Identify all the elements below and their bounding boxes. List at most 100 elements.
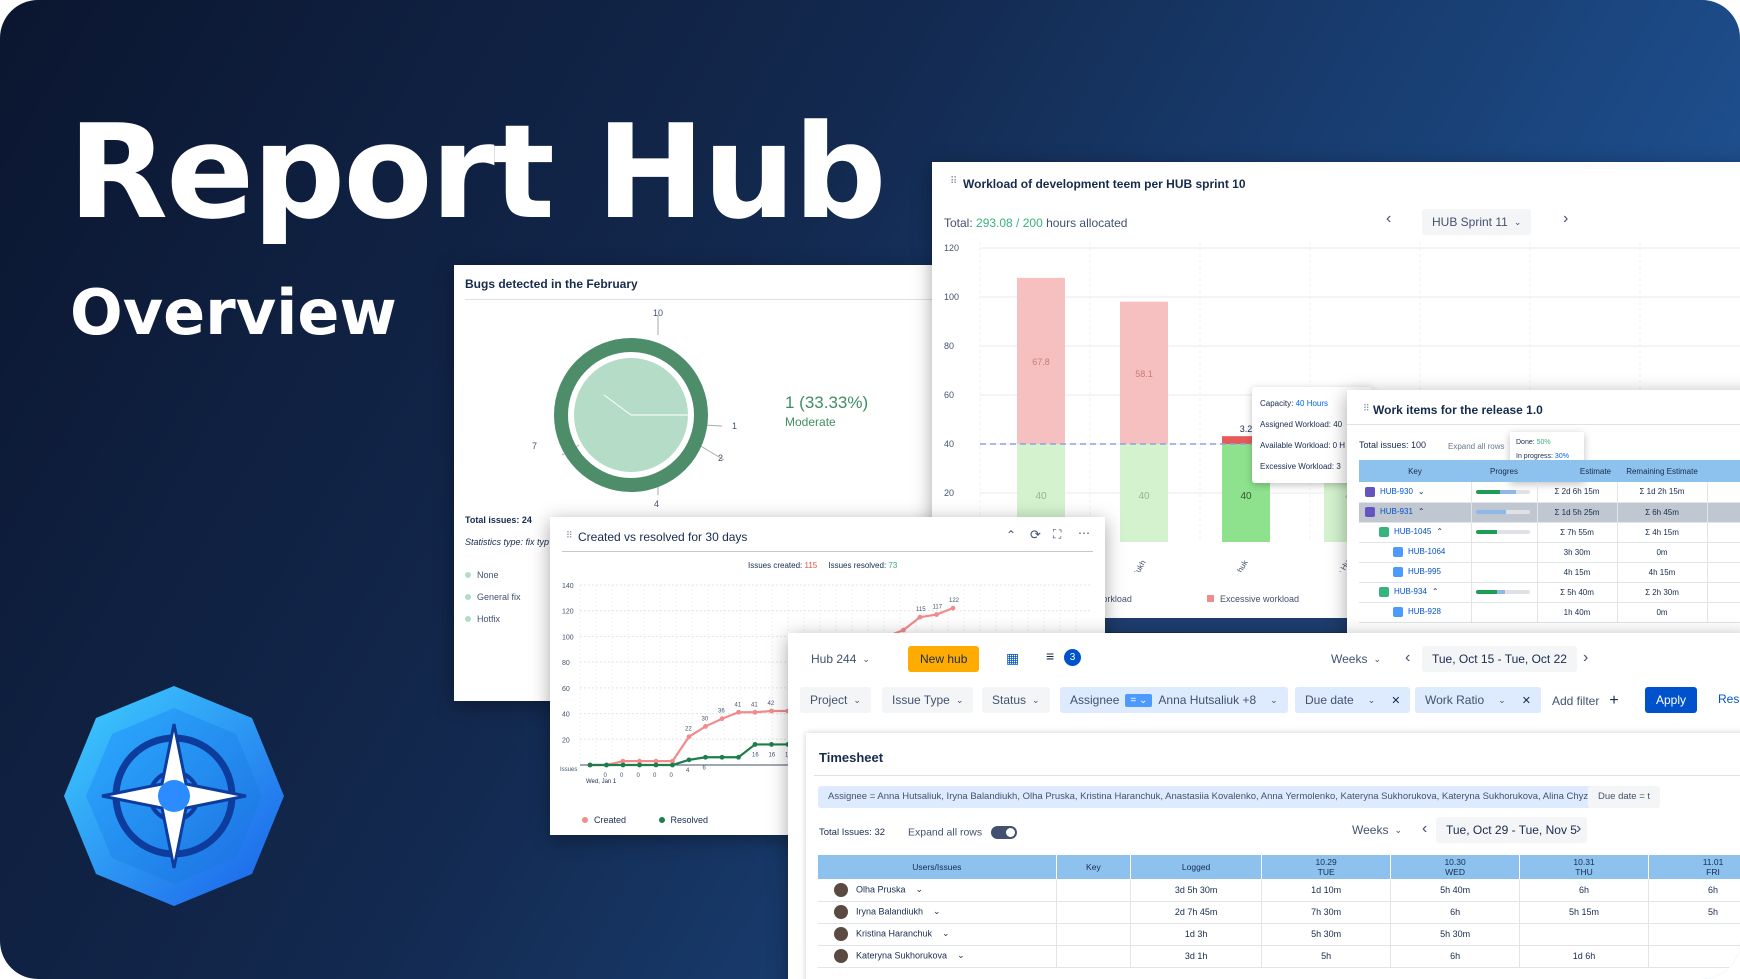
drag-handle-icon[interactable]: ⠿	[950, 176, 957, 187]
filter-work-ratio[interactable]: Work Ratio ⌄ ✕	[1415, 687, 1541, 713]
filter-issue-type[interactable]: Issue Type ⌄	[882, 687, 974, 713]
hero-title: Report Hub	[68, 96, 887, 248]
sprint-select[interactable]: HUB Sprint 11 ⌄	[1422, 209, 1532, 235]
chevron-down-icon: ⌄	[955, 694, 964, 705]
progress-done	[1475, 489, 1500, 494]
resolved-point	[587, 762, 593, 768]
chevron-icon[interactable]: ⌃	[1436, 527, 1443, 536]
column-header[interactable]: Estimate	[1537, 460, 1617, 482]
table-row[interactable]: Iryna Balandiukh ⌄ 2d 7h 45m 7h 30m 6h 5h 15m…	[818, 901, 1740, 923]
x-tick-label: Kristina Haranchuk	[1208, 558, 1250, 572]
resolved-point	[620, 762, 626, 768]
column-header[interactable]: Key	[1056, 855, 1132, 879]
column-header[interactable]: Progres	[1471, 460, 1537, 482]
column-header[interactable]: 10.31 THU	[1519, 855, 1650, 879]
prev-range-icon[interactable]: ‹	[1405, 649, 1410, 667]
calendar-icon[interactable]: ▦	[1006, 650, 1019, 667]
column-header[interactable]: 11.01 FRI	[1648, 855, 1740, 879]
table-row[interactable]: Kateryna Sukhorukova ⌄ 3d 1h 5h 6h 1d 6h	[818, 945, 1740, 967]
column-header[interactable]: Remaining Estimate	[1617, 460, 1707, 482]
logged-cell: 1d 3h	[1130, 923, 1263, 945]
cvr-title: Created vs resolved for 30 days	[578, 530, 748, 544]
column-header[interactable]: Key	[1359, 460, 1471, 482]
refresh-icon[interactable]: ⟳	[1030, 527, 1041, 543]
issue-key-link[interactable]: HUB-1064	[1408, 547, 1445, 556]
prev-sprint-icon[interactable]: ‹	[1386, 210, 1391, 228]
filter-due-date[interactable]: Due date ⌄ ✕	[1295, 687, 1411, 713]
logged-cell: 3d 5h 30m	[1130, 879, 1263, 901]
assignee-operator[interactable]: = ⌄	[1125, 693, 1153, 707]
drag-handle-icon[interactable]: ⠿	[566, 530, 573, 541]
chevron-down-icon[interactable]: ⌄	[916, 884, 924, 894]
chevron-down-icon: ⌄	[853, 694, 861, 705]
issue-key-link[interactable]: HUB-931	[1380, 507, 1413, 516]
table-row[interactable]: Olha Pruska ⌄ 3d 5h 30m 1d 10m 5h 40m 6h 6h	[818, 879, 1740, 901]
column-header[interactable]: Logged	[1130, 855, 1263, 879]
legend-item: None	[465, 570, 521, 580]
chevron-down-icon[interactable]: ⌄	[957, 950, 965, 960]
add-filter-button[interactable]: Add filter +	[1552, 692, 1619, 710]
chevron-icon[interactable]: ⌄	[1418, 487, 1425, 496]
apply-button[interactable]: Apply	[1645, 687, 1698, 713]
table-row[interactable]: HUB-931 ⌃ Σ 1d 5h 25m Σ 6h 45m	[1359, 502, 1740, 522]
issue-key-link[interactable]: HUB-1045	[1394, 527, 1431, 536]
filter-icon[interactable]: ≡	[1046, 648, 1054, 664]
user-name: Olha Pruska	[856, 884, 906, 895]
chevron-icon[interactable]: ⌃	[1432, 587, 1439, 596]
resolved-point-label: 0	[637, 773, 641, 779]
timesheet-title: Timesheet	[819, 750, 884, 765]
prev-week-icon[interactable]: ‹	[1422, 820, 1427, 838]
table-row[interactable]: HUB-995 4h 15m 4h 15m	[1359, 562, 1740, 582]
timesheet-total: Total Issues: 32	[819, 827, 886, 838]
sprint-select-label: HUB Sprint 11	[1432, 215, 1508, 229]
weeks-select-label: Weeks	[1331, 652, 1368, 666]
chevron-icon[interactable]: ⌃	[1418, 507, 1425, 516]
assignee-chip[interactable]: Assignee = Anna Hutsaliuk, Iryna Balandi…	[818, 786, 1604, 808]
date-range[interactable]: Tue, Oct 15 - Tue, Oct 22	[1422, 646, 1577, 672]
remaining-cell: 4h 15m	[1617, 562, 1708, 582]
weeks-select[interactable]: Weeks ⌄	[1321, 646, 1392, 672]
issue-key-link[interactable]: HUB-928	[1408, 607, 1441, 616]
logged-cell: 2d 7h 45m	[1130, 901, 1263, 923]
table-row[interactable]: HUB-934 ⌃ Σ 5h 40m Σ 2h 30m	[1359, 582, 1740, 602]
collapse-icon[interactable]: ⌃	[1006, 528, 1016, 542]
table-row[interactable]: HUB-930 ⌄ Σ 2d 6h 15m Σ 1d 2h 15m	[1359, 482, 1740, 502]
filter-assignee[interactable]: Assignee = ⌄ Anna Hutsaliuk +8 ⌄	[1060, 687, 1288, 713]
timesheet-range[interactable]: Tue, Oct 29 - Tue, Nov 5	[1436, 817, 1587, 843]
timesheet-expand[interactable]: Expand all rows	[908, 826, 1018, 839]
column-header[interactable]: 10.30 WED	[1390, 855, 1521, 879]
chevron-down-icon[interactable]: ⌄	[942, 928, 950, 938]
next-sprint-icon[interactable]: ›	[1563, 210, 1568, 228]
hub-select[interactable]: Hub 244 ⌄	[800, 646, 881, 672]
more-icon[interactable]: ⋯	[1078, 526, 1090, 540]
toggle-switch[interactable]	[991, 826, 1018, 839]
legend-dot-icon	[465, 594, 471, 600]
day-cell: 5h 15m	[1519, 901, 1650, 923]
next-week-icon[interactable]: ›	[1576, 820, 1581, 838]
chevron-down-icon[interactable]: ⌄	[933, 906, 941, 916]
due-date-chip[interactable]: Due date = t	[1588, 786, 1661, 808]
close-icon[interactable]: ✕	[1391, 694, 1400, 707]
total-suffix: hours allocated	[1042, 216, 1128, 230]
next-range-icon[interactable]: ›	[1583, 649, 1588, 667]
drag-handle-icon[interactable]: ⠿	[1363, 403, 1370, 414]
filter-project[interactable]: Project ⌄	[800, 687, 871, 713]
filter-status[interactable]: Status ⌄	[982, 687, 1050, 713]
table-row[interactable]: Kristina Haranchuk ⌄ 1d 3h 5h 30m 5h 30m	[818, 923, 1740, 945]
close-icon[interactable]: ✕	[1522, 694, 1531, 707]
release-expand[interactable]: Expand all rows	[1448, 442, 1504, 451]
table-row[interactable]: HUB-1064 3h 30m 0m	[1359, 542, 1740, 562]
table-row[interactable]: HUB-928 1h 40m 0m	[1359, 602, 1740, 622]
fullscreen-icon[interactable]: ⛶	[1053, 527, 1061, 542]
column-header[interactable]: Users/Issues	[818, 855, 1057, 879]
issue-key-link[interactable]: HUB-934	[1394, 587, 1427, 596]
timesheet-weeks-select[interactable]: Weeks ⌄	[1342, 817, 1413, 843]
y-tick-label: 40	[944, 439, 954, 449]
column-header[interactable]: 10.29 TUE	[1261, 855, 1392, 879]
new-hub-button[interactable]: New hub	[908, 646, 980, 672]
table-row[interactable]: HUB-1045 ⌃ Σ 7h 55m Σ 4h 15m	[1359, 522, 1740, 542]
reset-link[interactable]: Rese	[1718, 692, 1740, 706]
issue-key-link[interactable]: HUB-930	[1380, 487, 1413, 496]
legend-item: General fix	[465, 592, 521, 602]
issue-key-link[interactable]: HUB-995	[1408, 567, 1441, 576]
